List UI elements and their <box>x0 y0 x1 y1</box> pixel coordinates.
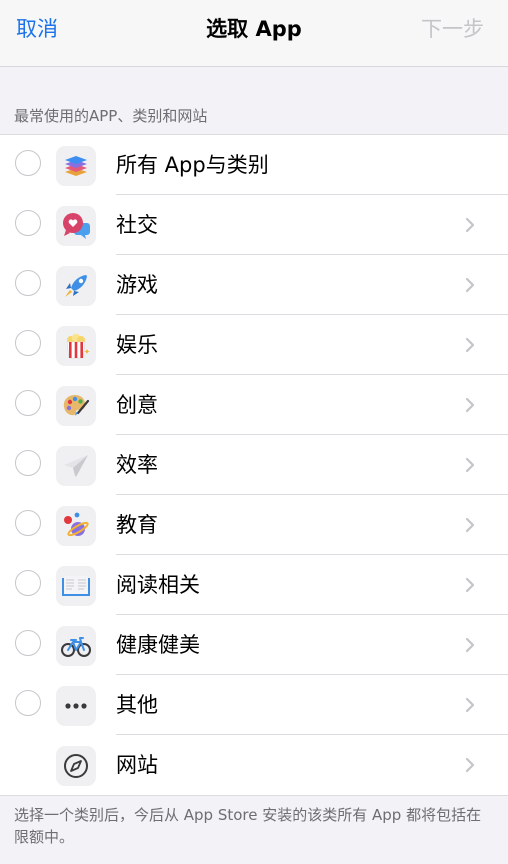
radio-button[interactable] <box>15 270 41 296</box>
list-item-reading[interactable]: 阅读相关 <box>0 555 508 615</box>
popcorn-icon <box>56 326 96 366</box>
list-item-health-fitness[interactable]: 健康健美 <box>0 615 508 675</box>
chevron-right-icon <box>465 757 475 773</box>
radio-button[interactable] <box>15 630 41 656</box>
category-list: 所有 App与类别 社交 游戏 娱乐 创意 效率 教育 阅读相关 健康健美 其他… <box>0 134 508 796</box>
planet-icon <box>56 506 96 546</box>
next-button[interactable]: 下一步 <box>421 14 484 44</box>
chevron-right-icon <box>465 337 475 353</box>
list-item-all-apps[interactable]: 所有 App与类别 <box>0 135 508 195</box>
list-item-label: 社交 <box>116 213 158 237</box>
bicycle-icon <box>56 626 96 666</box>
radio-button[interactable] <box>15 510 41 536</box>
list-item-other[interactable]: 其他 <box>0 675 508 735</box>
chevron-right-icon <box>465 397 475 413</box>
radio-button[interactable] <box>15 330 41 356</box>
list-item-label: 其他 <box>116 693 158 717</box>
palette-icon <box>56 386 96 426</box>
radio-button[interactable] <box>15 570 41 596</box>
list-item-label: 网站 <box>116 753 158 777</box>
list-item-label: 创意 <box>116 393 158 417</box>
list-item-social[interactable]: 社交 <box>0 195 508 255</box>
list-item-label: 所有 App与类别 <box>116 153 269 177</box>
list-item-games[interactable]: 游戏 <box>0 255 508 315</box>
list-item-education[interactable]: 教育 <box>0 495 508 555</box>
list-item-label: 游戏 <box>116 273 158 297</box>
radio-button[interactable] <box>15 450 41 476</box>
chevron-right-icon <box>465 637 475 653</box>
paper-plane-icon <box>56 446 96 486</box>
chevron-right-icon <box>465 697 475 713</box>
rocket-icon <box>56 266 96 306</box>
chevron-right-icon <box>465 577 475 593</box>
list-item-label: 娱乐 <box>116 333 158 357</box>
list-item-creativity[interactable]: 创意 <box>0 375 508 435</box>
compass-icon <box>56 746 96 786</box>
chevron-right-icon <box>465 277 475 293</box>
list-item-label: 教育 <box>116 513 158 537</box>
radio-button[interactable] <box>15 690 41 716</box>
radio-button[interactable] <box>15 390 41 416</box>
navigation-bar: 取消 选取 App 下一步 <box>0 0 508 67</box>
chevron-right-icon <box>465 217 475 233</box>
section-header: 最常使用的APP、类别和网站 <box>14 107 208 125</box>
list-item-label: 效率 <box>116 453 158 477</box>
list-item-productivity[interactable]: 效率 <box>0 435 508 495</box>
footer-note: 选择一个类别后，今后从 App Store 安装的该类所有 App 都将包括在限… <box>14 806 482 846</box>
chat-bubbles-icon <box>56 206 96 246</box>
chevron-right-icon <box>465 517 475 533</box>
chevron-right-icon <box>465 457 475 473</box>
more-icon <box>56 686 96 726</box>
list-item-entertainment[interactable]: 娱乐 <box>0 315 508 375</box>
list-item-label: 健康健美 <box>116 633 200 657</box>
list-item-label: 阅读相关 <box>116 573 200 597</box>
list-item-websites[interactable]: 网站 <box>0 735 508 795</box>
radio-button[interactable] <box>15 210 41 236</box>
radio-button[interactable] <box>15 150 41 176</box>
book-icon <box>56 566 96 606</box>
stack-icon <box>56 146 96 186</box>
